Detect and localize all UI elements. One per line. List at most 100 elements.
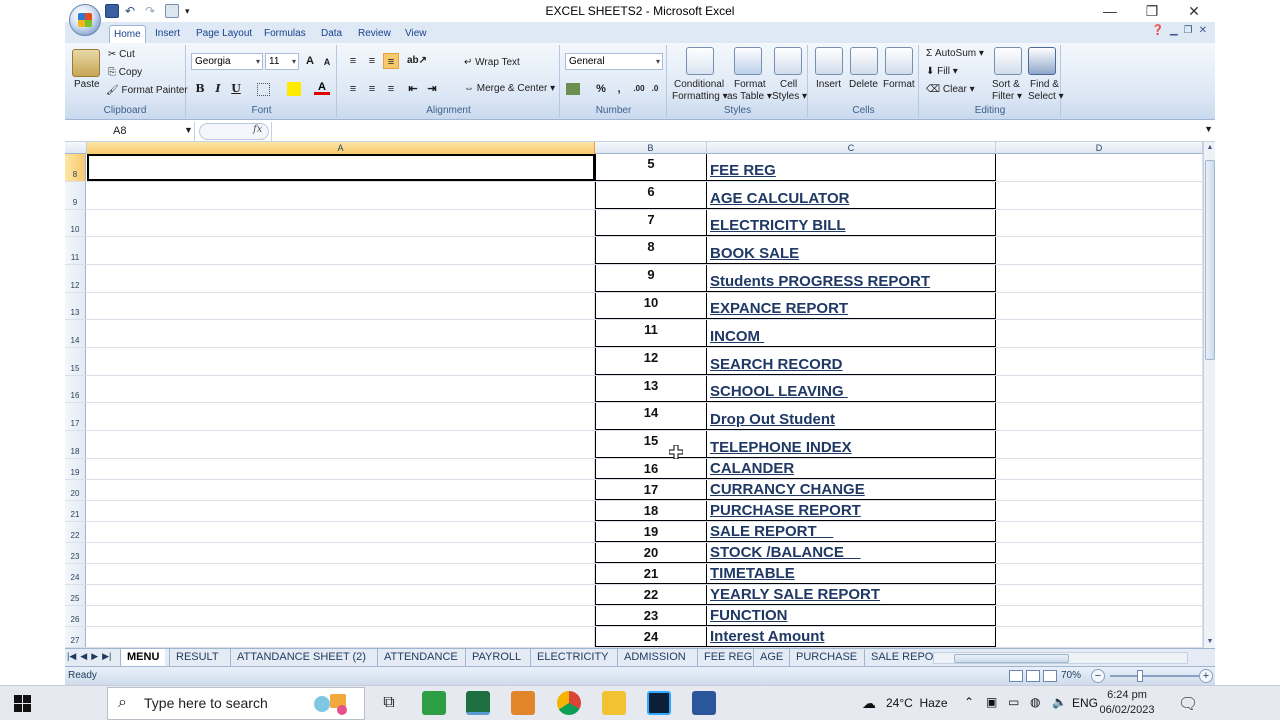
cell-d[interactable]: [996, 564, 1203, 584]
sheet-tab[interactable]: AGE: [753, 649, 789, 666]
insert-cells-icon[interactable]: [815, 47, 843, 75]
row-header[interactable]: 25: [65, 585, 86, 605]
cell-d[interactable]: [996, 403, 1203, 430]
zoom-level[interactable]: 70%: [1061, 670, 1081, 681]
notifications-icon[interactable]: 🗨: [1178, 694, 1198, 714]
cell-a[interactable]: [87, 459, 595, 479]
row-header[interactable]: 20: [65, 480, 86, 500]
cell-a[interactable]: [87, 403, 595, 430]
minimize-button[interactable]: —: [1089, 0, 1131, 22]
sheet-tab[interactable]: ATTANDANCE SHEET (2): [230, 649, 372, 666]
cell-d[interactable]: [996, 154, 1203, 181]
column-header-d[interactable]: D: [996, 142, 1203, 154]
row-header[interactable]: 8: [65, 154, 86, 181]
zoom-slider-handle[interactable]: [1137, 670, 1143, 682]
format-as-table-button[interactable]: Format: [734, 79, 766, 90]
cell-b-number[interactable]: 5: [595, 154, 707, 181]
number-format-select[interactable]: General: [565, 53, 663, 70]
cell-d[interactable]: [996, 543, 1203, 563]
cell-c-link[interactable]: PURCHASE REPORT: [707, 501, 996, 521]
delete-cells-icon[interactable]: [850, 47, 878, 75]
tab-view[interactable]: View: [401, 25, 431, 43]
cell-d[interactable]: [996, 237, 1203, 264]
cell-b-number[interactable]: 10: [595, 293, 707, 319]
ribbon-close-icon[interactable]: ✕: [1199, 25, 1207, 36]
page-break-view-icon[interactable]: [1043, 670, 1057, 682]
tab-data[interactable]: Data: [317, 25, 346, 43]
zoom-slider[interactable]: [1110, 675, 1200, 677]
percent-icon[interactable]: %: [593, 81, 609, 97]
chevron-up-icon[interactable]: ⌃: [964, 695, 974, 709]
cell-styles-button[interactable]: Cell: [780, 79, 797, 90]
cell-b-number[interactable]: 9: [595, 265, 707, 292]
paste-button[interactable]: Paste: [74, 79, 100, 90]
align-top-icon[interactable]: ≡: [345, 53, 361, 69]
row-header[interactable]: 9: [65, 182, 86, 209]
sheet-tab[interactable]: FEE REG: [697, 649, 758, 666]
orientation-icon[interactable]: ab↗: [407, 53, 427, 69]
fill-button[interactable]: ⬇ Fill ▾: [926, 66, 958, 77]
sheet-tab[interactable]: RESULT: [169, 649, 225, 666]
inpage-icon[interactable]: [511, 691, 535, 715]
cell-c-link[interactable]: CURRANCY CHANGE: [707, 480, 996, 500]
cell-a[interactable]: [87, 431, 595, 458]
row-header[interactable]: 22: [65, 522, 86, 542]
cell-c-link[interactable]: BOOK SALE: [707, 237, 996, 264]
cell-a[interactable]: [87, 265, 595, 292]
cell-a[interactable]: [87, 501, 595, 521]
cell-a[interactable]: [87, 154, 595, 181]
align-right-icon[interactable]: ≡: [383, 81, 399, 97]
clear-button[interactable]: ⌫ Clear ▾: [926, 84, 975, 95]
horizontal-scrollbar[interactable]: [933, 652, 1188, 664]
name-box[interactable]: A8: [65, 122, 195, 141]
cell-d[interactable]: [996, 627, 1203, 647]
bold-button[interactable]: B: [192, 81, 208, 97]
row-header[interactable]: 23: [65, 543, 86, 563]
cell-c-link[interactable]: YEARLY SALE REPORT: [707, 585, 996, 605]
format-cells-button[interactable]: Format: [883, 79, 915, 90]
row-header[interactable]: 27: [65, 627, 86, 647]
cell-a[interactable]: [87, 564, 595, 584]
copy-button[interactable]: ⎘ Copy: [108, 67, 142, 78]
row-header[interactable]: 14: [65, 320, 86, 347]
cell-d[interactable]: [996, 293, 1203, 319]
formula-input[interactable]: [271, 122, 1197, 141]
align-middle-icon[interactable]: ≡: [364, 53, 380, 69]
align-bottom-icon[interactable]: ≡: [383, 53, 399, 69]
last-sheet-icon[interactable]: ▶|: [102, 651, 111, 662]
cell-b-number[interactable]: 13: [595, 376, 707, 402]
cell-a[interactable]: [87, 237, 595, 264]
increase-indent-icon[interactable]: ⇥: [424, 81, 440, 97]
cell-c-link[interactable]: EXPANCE REPORT: [707, 293, 996, 319]
scroll-down-icon[interactable]: ▼: [1204, 636, 1215, 648]
cell-c-link[interactable]: SEARCH RECORD: [707, 348, 996, 375]
increase-decimal-icon[interactable]: .00: [631, 81, 647, 97]
cell-a[interactable]: [87, 182, 595, 209]
cell-d[interactable]: [996, 459, 1203, 479]
row-header[interactable]: 10: [65, 210, 86, 236]
italic-button[interactable]: I: [210, 81, 226, 97]
tab-home[interactable]: Home: [109, 25, 146, 43]
cell-c-link[interactable]: FEE REG: [707, 154, 996, 181]
word-icon[interactable]: [692, 691, 716, 715]
row-header[interactable]: 17: [65, 403, 86, 430]
cell-b-number[interactable]: 19: [595, 522, 707, 542]
file-explorer-icon[interactable]: [602, 691, 626, 715]
select-all-corner[interactable]: [65, 142, 87, 154]
cell-d[interactable]: [996, 182, 1203, 209]
vertical-scroll-thumb[interactable]: [1205, 160, 1215, 360]
sheet-tab[interactable]: PAYROLL: [465, 649, 527, 666]
cell-b-number[interactable]: 23: [595, 606, 707, 626]
cell-c-link[interactable]: Interest Amount: [707, 627, 996, 647]
sheet-tab[interactable]: ADMISSION: [617, 649, 692, 666]
sheet-tab[interactable]: ELECTRICITY: [530, 649, 615, 666]
cell-d[interactable]: [996, 265, 1203, 292]
sheet-tab[interactable]: PURCHASE: [789, 649, 863, 666]
fill-color-icon[interactable]: [287, 82, 301, 96]
cell-b-number[interactable]: 8: [595, 237, 707, 264]
cell-a[interactable]: [87, 480, 595, 500]
zoom-in-button[interactable]: +: [1199, 669, 1213, 683]
cell-d[interactable]: [996, 522, 1203, 542]
cell-c-link[interactable]: SALE REPORT: [707, 522, 996, 542]
cell-b-number[interactable]: 21: [595, 564, 707, 584]
